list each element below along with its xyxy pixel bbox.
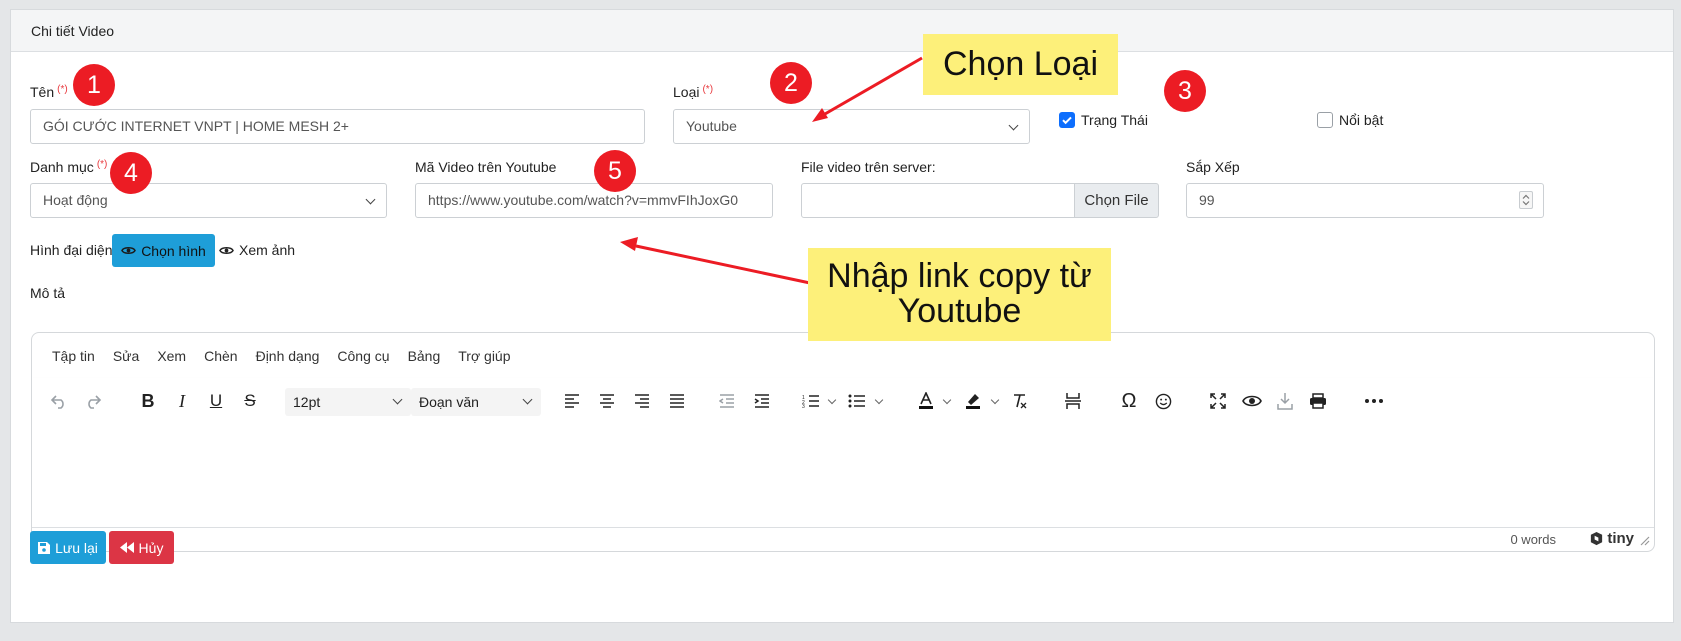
callout-youtube-link-line2: Youtube [897, 291, 1022, 330]
callout-youtube-link: Nhập link copy từ Youtube [808, 248, 1111, 341]
step-badge-4: 4 [110, 152, 152, 194]
callout-youtube-link-line1: Nhập link copy từ [827, 257, 1092, 295]
step-badge-3: 3 [1164, 70, 1206, 112]
step-badge-2: 2 [770, 62, 812, 104]
callout-select-type: Chọn Loại [923, 34, 1118, 95]
step-badge-1: 1 [73, 64, 115, 106]
arrow-to-youtube-input [635, 244, 811, 285]
arrow-head-youtube [620, 237, 638, 251]
arrow-head-type [812, 108, 828, 122]
step-badge-5: 5 [594, 150, 636, 192]
arrow-to-type-select [817, 56, 923, 120]
